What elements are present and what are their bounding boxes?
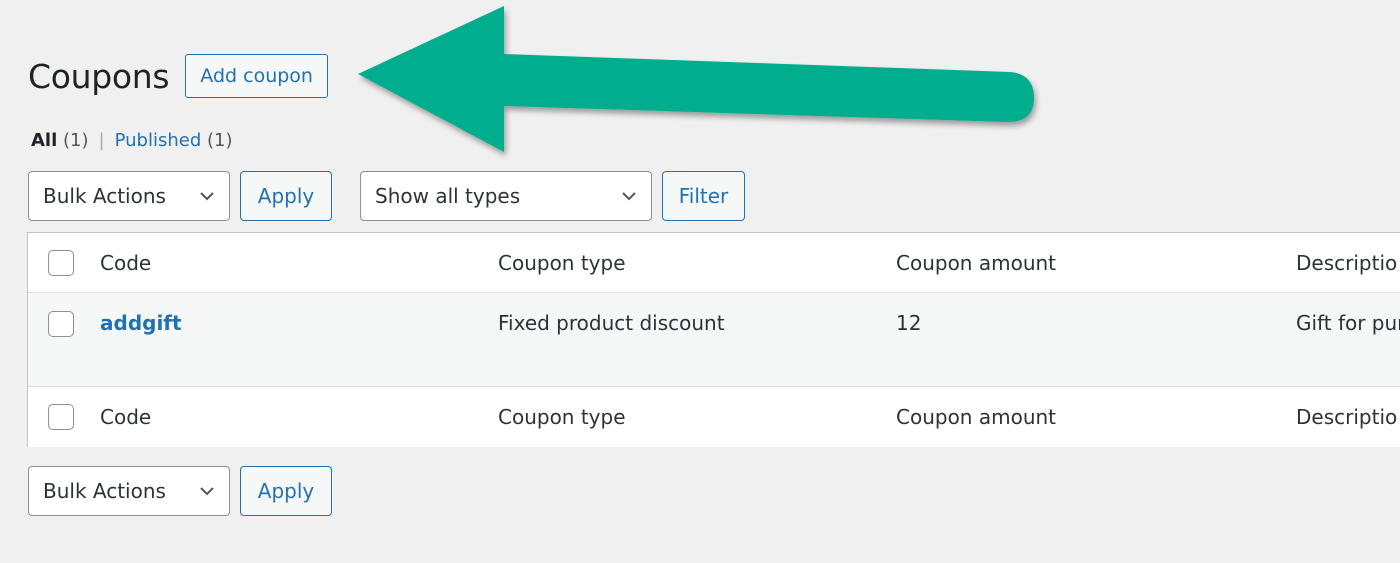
column-header-code[interactable]: Code	[100, 251, 151, 275]
view-published-count: (1)	[207, 130, 233, 151]
view-all-label: All	[31, 130, 58, 151]
apply-button-top[interactable]: Apply	[240, 171, 332, 221]
bulk-actions-select-top[interactable]: Bulk Actions	[28, 171, 230, 221]
annotation-arrow-icon	[358, 6, 1034, 152]
coupon-type-filter-select[interactable]: Show all types	[360, 171, 652, 221]
page-header: Coupons Add coupon	[28, 54, 328, 98]
chevron-down-icon	[622, 192, 636, 201]
column-header-coupon-type: Coupon type	[498, 251, 626, 275]
column-footer-coupon-type: Coupon type	[498, 405, 626, 429]
coupons-table: Code Coupon type Coupon amount Descripti…	[27, 232, 1400, 447]
select-all-checkbox-footer[interactable]	[48, 404, 74, 430]
bulk-actions-value: Bulk Actions	[43, 479, 166, 503]
chevron-down-icon	[200, 487, 214, 496]
select-all-checkbox[interactable]	[48, 250, 74, 276]
view-published[interactable]: Published (1)	[115, 130, 233, 151]
column-header-coupon-amount: Coupon amount	[896, 251, 1057, 275]
coupon-type-filter-value: Show all types	[375, 184, 521, 208]
view-all[interactable]: All (1)	[31, 130, 89, 151]
filter-button[interactable]: Filter	[662, 171, 745, 221]
view-all-count: (1)	[63, 130, 89, 151]
coupon-code-link[interactable]: addgift	[100, 311, 182, 335]
coupon-type-cell: Fixed product discount	[498, 311, 725, 335]
column-footer-coupon-amount: Coupon amount	[896, 405, 1057, 429]
table-footer-row: Code Coupon type Coupon amount Descripti…	[28, 387, 1400, 447]
table-header-row: Code Coupon type Coupon amount Descripti…	[28, 233, 1400, 293]
apply-button-bottom[interactable]: Apply	[240, 466, 332, 516]
row-checkbox[interactable]	[48, 311, 74, 337]
view-separator: |	[98, 130, 105, 151]
bulk-actions-value: Bulk Actions	[43, 184, 166, 208]
page-title: Coupons	[28, 56, 170, 96]
description-cell: Gift for pur	[1296, 311, 1400, 335]
bulk-actions-select-bottom[interactable]: Bulk Actions	[28, 466, 230, 516]
column-header-description: Descriptio	[1296, 251, 1398, 275]
column-footer-description: Descriptio	[1296, 405, 1398, 429]
chevron-down-icon	[200, 192, 214, 201]
table-row: addgift Fixed product discount 12 Gift f…	[28, 293, 1400, 387]
view-published-label: Published	[114, 130, 202, 151]
view-filters: All (1) | Published (1)	[31, 130, 233, 151]
coupon-amount-cell: 12	[896, 311, 922, 335]
column-footer-code[interactable]: Code	[100, 405, 151, 429]
add-coupon-button[interactable]: Add coupon	[185, 54, 328, 98]
